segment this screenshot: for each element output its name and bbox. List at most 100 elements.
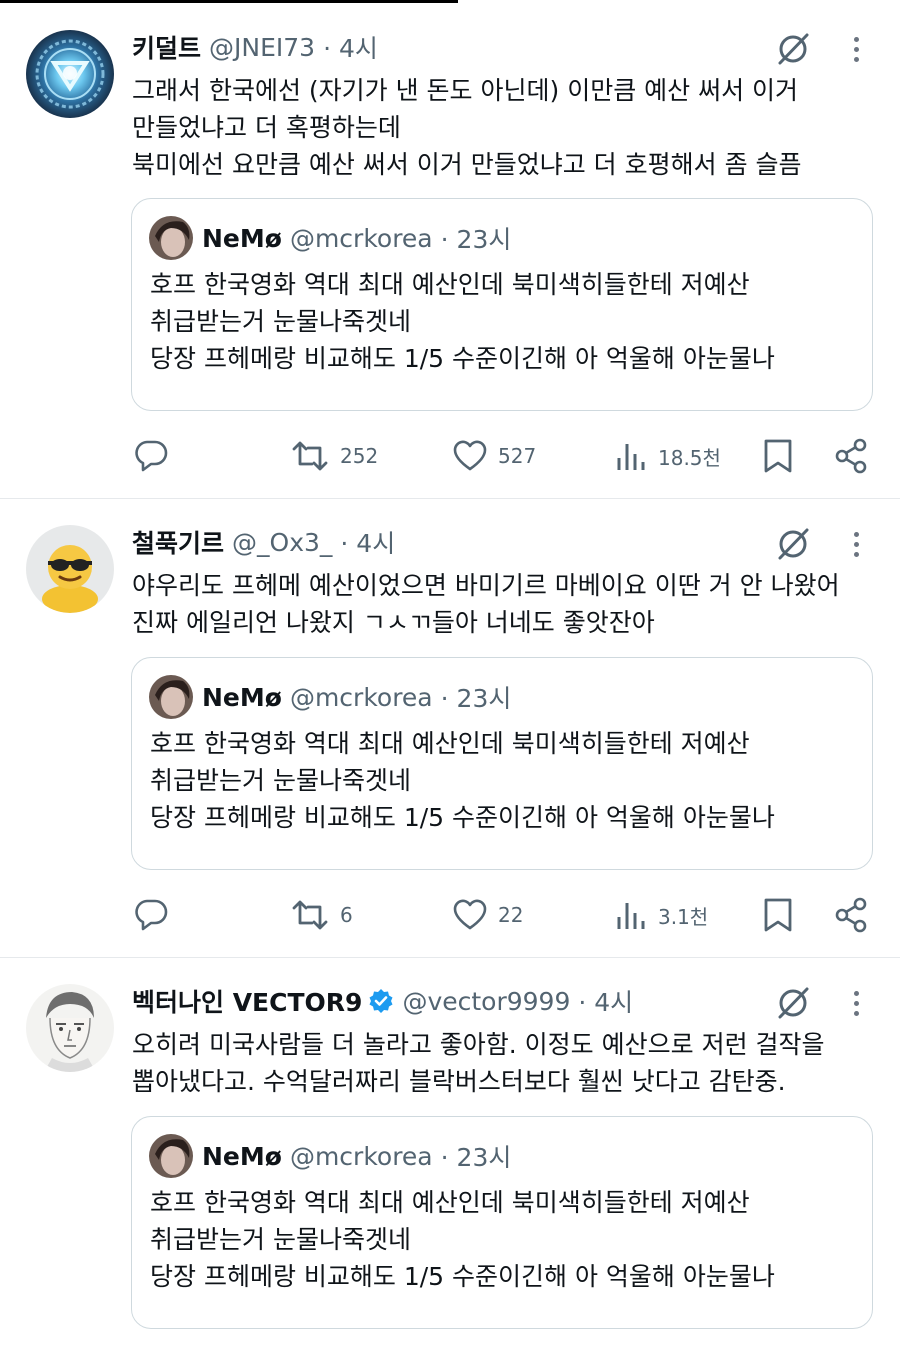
portrait-icon — [149, 675, 193, 719]
like-count: 22 — [498, 903, 524, 927]
timestamp[interactable]: · 4시 — [340, 524, 395, 560]
quoted-header: NeMø @mcrkorea · 23시 — [202, 678, 511, 716]
tweet-text-line: 진짜 에일리언 나왔지 ㄱㅅㄲ들아 너네도 좋앗잔아 — [132, 608, 655, 637]
tweet[interactable]: 키덜트 @JNEI73 · 4시 그래서 한국에선 (자기가 낸 돈도 아닌데)… — [0, 0, 900, 498]
portrait-icon — [149, 1134, 193, 1178]
quoted-header: NeMø @mcrkorea · 23시 — [202, 1137, 511, 1175]
timestamp[interactable]: · 4시 — [578, 983, 633, 1019]
quoted-avatar[interactable] — [149, 675, 193, 719]
tweet-header: 키덜트 @JNEI73 · 4시 — [132, 30, 378, 64]
quoted-text-line: 호프 한국영화 역대 최대 예산인데 북미색히들한테 저예산 — [150, 1188, 750, 1217]
quoted-tweet[interactable]: NeMø @mcrkorea · 23시 호프 한국영화 역대 최대 예산인데 … — [131, 657, 873, 870]
quoted-text: 호프 한국영화 역대 최대 예산인데 북미색히들한테 저예산 취급받는거 눈물나… — [150, 725, 775, 836]
tweet-text-line: 만들었냐고 더 혹평하는데 — [132, 113, 401, 142]
views-count: 3.1천 — [658, 904, 709, 929]
user-handle[interactable]: @vector9999 — [402, 987, 570, 1016]
views-icon — [617, 444, 645, 470]
views-button[interactable]: 3.1천 — [614, 895, 708, 935]
views-icon — [617, 903, 645, 929]
tweet-text-line: 뽑아냈다고. 수억달러짜리 블락버스터보다 훨씬 낫다고 감탄중. — [132, 1067, 786, 1096]
sketch-face-icon — [44, 992, 96, 1072]
views-count: 18.5천 — [658, 445, 721, 470]
arc-reactor-icon — [35, 39, 105, 109]
user-handle[interactable]: @JNEI73 — [209, 33, 315, 62]
reply-button[interactable] — [133, 895, 169, 935]
verified-badge-icon[interactable] — [368, 988, 394, 1014]
quoted-avatar[interactable] — [149, 1134, 193, 1178]
sunglasses-emoji-icon — [42, 545, 98, 613]
tweet-text-line: 그래서 한국에선 (자기가 낸 돈도 아닌데) 이만큼 예산 써서 이거 — [132, 76, 799, 105]
tweet-text: 그래서 한국에선 (자기가 낸 돈도 아닌데) 이만큼 예산 써서 이거 만들었… — [132, 72, 872, 183]
bookmark-button[interactable] — [762, 895, 794, 935]
bookmark-icon — [764, 439, 792, 473]
quoted-user-handle: @mcrkorea — [289, 223, 433, 253]
tweet-text-line: 야우리도 프헤메 예산이었으면 바미기르 마베이요 이딴 거 안 나왔어 — [132, 571, 840, 600]
quoted-text-line: 취급받는거 눈물나죽겟네 — [150, 1225, 411, 1254]
quoted-text-line: 호프 한국영화 역대 최대 예산인데 북미색히들한테 저예산 — [150, 729, 750, 758]
quoted-text-line: 당장 프헤메랑 비교해도 1/5 수준이긴해 아 억울해 아눈물나 — [150, 1262, 775, 1291]
avatar[interactable] — [26, 984, 114, 1072]
quoted-text-line: 취급받는거 눈물나죽겟네 — [150, 307, 411, 336]
display-name[interactable]: 벡터나인 VECTOR9 — [132, 983, 362, 1019]
grok-icon[interactable] — [774, 525, 812, 563]
more-options-icon[interactable] — [846, 30, 866, 68]
views-button[interactable]: 18.5천 — [614, 436, 721, 476]
action-bar: 6 22 3.1천 — [0, 895, 900, 935]
quoted-timestamp: · 23시 — [440, 684, 512, 713]
retweet-icon — [292, 900, 328, 930]
tweet-header: 벡터나인 VECTOR9 @vector9999 · 4시 — [132, 984, 633, 1018]
reply-button[interactable] — [133, 436, 169, 476]
quoted-text: 호프 한국영화 역대 최대 예산인데 북미색히들한테 저예산 취급받는거 눈물나… — [150, 266, 775, 377]
share-icon — [835, 897, 867, 933]
avatar[interactable] — [26, 525, 114, 613]
more-options-icon[interactable] — [846, 525, 866, 563]
quoted-timestamp: · 23시 — [440, 1143, 512, 1172]
timestamp[interactable]: · 4시 — [323, 29, 378, 65]
quoted-user-handle: @mcrkorea — [289, 1141, 433, 1171]
quoted-text-line: 당장 프헤메랑 비교해도 1/5 수준이긴해 아 억울해 아눈물나 — [150, 803, 775, 832]
tweet-text-line: 오히려 미국사람들 더 놀라고 좋아함. 이정도 예산으로 저런 걸작을 — [132, 1030, 825, 1059]
tweet-text-line: 북미에선 요만큼 예산 써서 이거 만들었냐고 더 호평해서 좀 슬픔 — [132, 150, 802, 179]
like-count: 527 — [498, 444, 537, 468]
display-name[interactable]: 키덜트 — [132, 29, 201, 65]
quoted-display-name: NeMø — [202, 682, 282, 712]
share-icon — [835, 438, 867, 474]
quoted-avatar[interactable] — [149, 216, 193, 260]
portrait-icon — [149, 216, 193, 260]
tweet[interactable]: 벡터나인 VECTOR9 @vector9999 · 4시 오히려 미국사람들 … — [0, 958, 900, 1355]
retweet-button[interactable]: 252 — [290, 436, 378, 476]
bookmark-button[interactable] — [762, 436, 794, 476]
action-bar: 252 527 18.5천 — [0, 436, 900, 476]
quoted-text: 호프 한국영화 역대 최대 예산인데 북미색히들한테 저예산 취급받는거 눈물나… — [150, 1184, 775, 1295]
retweet-icon — [292, 441, 328, 471]
retweet-button[interactable]: 6 — [290, 895, 353, 935]
user-handle[interactable]: @_Ox3_ — [232, 528, 332, 557]
reply-icon — [135, 899, 168, 931]
quoted-display-name: NeMø — [202, 1141, 282, 1171]
like-button[interactable]: 22 — [452, 895, 523, 935]
quoted-tweet[interactable]: NeMø @mcrkorea · 23시 호프 한국영화 역대 최대 예산인데 … — [131, 1116, 873, 1329]
retweet-count: 252 — [340, 444, 379, 468]
share-button[interactable] — [834, 895, 868, 935]
quoted-text-line: 당장 프헤메랑 비교해도 1/5 수준이긴해 아 억울해 아눈물나 — [150, 344, 775, 373]
avatar[interactable] — [26, 30, 114, 118]
grok-icon[interactable] — [774, 30, 812, 68]
quoted-text-line: 취급받는거 눈물나죽겟네 — [150, 766, 411, 795]
heart-icon — [453, 899, 487, 930]
display-name[interactable]: 철푹기르 — [132, 524, 224, 560]
quoted-header: NeMø @mcrkorea · 23시 — [202, 219, 511, 257]
share-button[interactable] — [834, 436, 868, 476]
more-options-icon[interactable] — [846, 984, 866, 1022]
heart-icon — [453, 440, 487, 471]
like-button[interactable]: 527 — [452, 436, 536, 476]
bookmark-icon — [764, 898, 792, 932]
tweet-text: 오히려 미국사람들 더 놀라고 좋아함. 이정도 예산으로 저런 걸작을 뽑아냈… — [132, 1026, 872, 1100]
quoted-timestamp: · 23시 — [440, 225, 512, 254]
retweet-count: 6 — [340, 903, 353, 927]
grok-icon[interactable] — [774, 984, 812, 1022]
quoted-text-line: 호프 한국영화 역대 최대 예산인데 북미색히들한테 저예산 — [150, 270, 750, 299]
quoted-tweet[interactable]: NeMø @mcrkorea · 23시 호프 한국영화 역대 최대 예산인데 … — [131, 198, 873, 411]
tweet[interactable]: 철푹기르 @_Ox3_ · 4시 야우리도 프헤메 예산이었으면 바미기르 마베… — [0, 499, 900, 957]
reply-icon — [135, 440, 168, 472]
tweet-header: 철푹기르 @_Ox3_ · 4시 — [132, 525, 395, 559]
